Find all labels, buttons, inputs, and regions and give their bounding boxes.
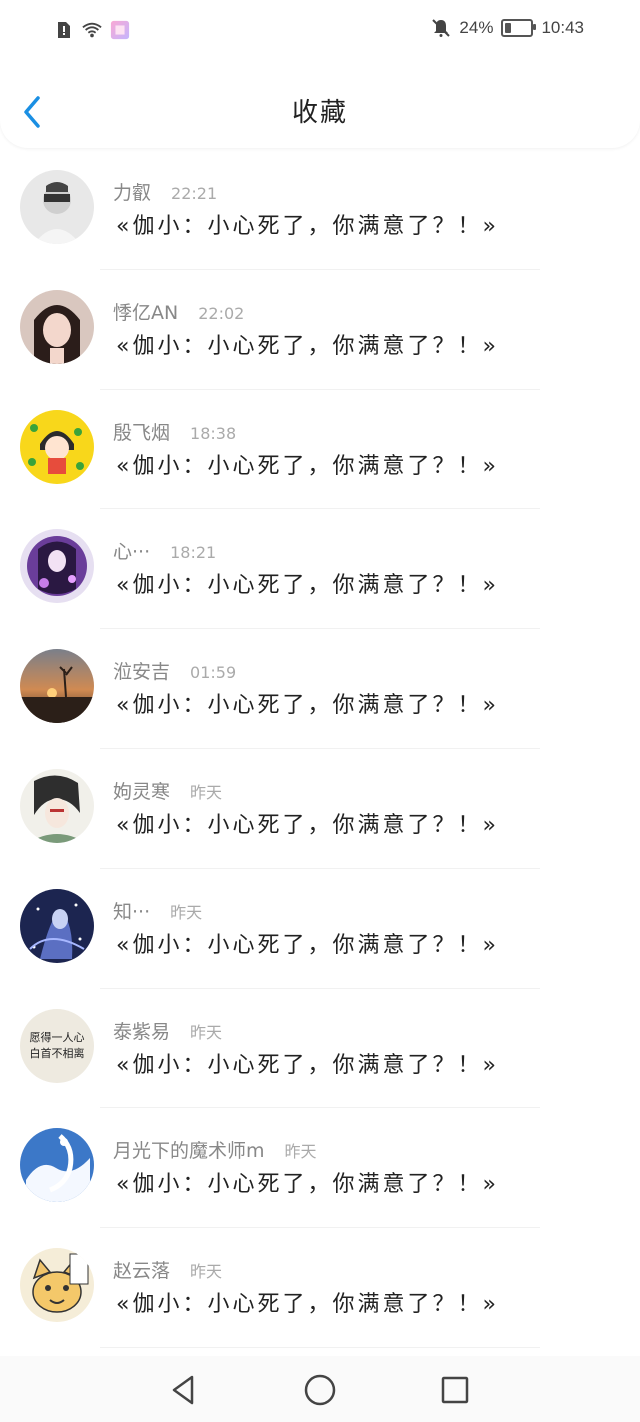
timestamp: 22:21 <box>171 184 218 203</box>
app-icon <box>110 20 130 40</box>
timestamp: 18:38 <box>190 423 237 443</box>
name-row: 知··· 昨天 <box>113 897 202 924</box>
message-text: «伽小：小心死了，你满意了？！» <box>116 693 499 719</box>
top-bar: 24% 10:43 收藏 <box>0 0 640 148</box>
message-text: «伽小：小心死了，你满意了？！» <box>116 1172 499 1198</box>
avatar[interactable] <box>20 170 94 244</box>
avatar[interactable] <box>20 289 94 364</box>
avatar[interactable] <box>20 1128 94 1203</box>
user-name: 涖安吉 <box>113 661 171 684</box>
divider <box>100 1346 540 1348</box>
user-name: 月光下的魔术师m <box>113 1140 265 1163</box>
list-item[interactable]: 愿得一人心 白首不相离 泰紫易 昨天 «伽小：小心死了，你满意了？！» <box>0 989 640 1109</box>
user-name: 殷飞烟 <box>113 421 171 444</box>
user-name: 力叡 <box>113 182 152 204</box>
avatar[interactable] <box>20 768 94 843</box>
timestamp: 昨天 <box>190 782 223 802</box>
page-title: 收藏 <box>291 98 348 128</box>
message-text: «伽小：小心死了，你满意了？！» <box>116 573 499 599</box>
name-row: 殷飞烟 18:38 <box>113 418 236 445</box>
battery-percent: 24% <box>459 18 494 37</box>
battery-fill <box>505 23 512 33</box>
avatar-quote-line-2: 白首不相离 <box>29 1046 85 1060</box>
name-row: 涖安吉 01:59 <box>113 657 236 684</box>
name-row: 月光下的魔术师m 昨天 <box>113 1136 317 1163</box>
message-text: «伽小：小心死了，你满意了？！» <box>116 1292 499 1318</box>
list-item[interactable]: 悸亿AN 22:02 «伽小：小心死了，你满意了？！» <box>0 270 640 390</box>
name-row: 姁灵寒 昨天 <box>113 777 222 804</box>
status-left <box>54 20 130 40</box>
list-item[interactable]: 涖安吉 01:59 «伽小：小心死了，你满意了？！» <box>0 629 640 749</box>
nav-home-button[interactable] <box>302 1372 338 1408</box>
name-row: 心··· 18:21 <box>113 537 216 564</box>
timestamp: 昨天 <box>284 1142 317 1162</box>
nav-back-button[interactable] <box>166 1372 202 1408</box>
name-row: 悸亿AN 22:02 <box>113 298 244 325</box>
list-item[interactable]: 姁灵寒 昨天 «伽小：小心死了，你满意了？！» <box>0 749 640 869</box>
message-text: «伽小：小心死了，你满意了？！» <box>116 932 499 958</box>
clock: 10:43 <box>541 18 584 37</box>
avatar[interactable] <box>20 529 94 604</box>
system-nav-bar <box>0 1356 640 1422</box>
circle-home-icon <box>304 1374 336 1406</box>
user-name: 泰紫易 <box>113 1020 171 1043</box>
avatar[interactable] <box>20 409 94 484</box>
message-text: «伽小：小心死了，你满意了？！» <box>116 214 499 239</box>
avatar[interactable] <box>20 1248 94 1323</box>
user-name: 悸亿AN <box>113 301 179 324</box>
timestamp: 昨天 <box>190 1262 223 1282</box>
timestamp: 18:21 <box>170 543 217 563</box>
timestamp: 01:59 <box>190 663 237 683</box>
name-row: 赵云落 昨天 <box>113 1256 222 1283</box>
triangle-back-icon <box>172 1375 194 1405</box>
user-name: 心··· <box>113 541 151 564</box>
square-recent-icon <box>441 1376 469 1404</box>
user-name: 知··· <box>113 900 151 923</box>
message-text: «伽小：小心死了，你满意了？！» <box>116 453 499 479</box>
timestamp: 22:02 <box>198 303 245 323</box>
timestamp: 昨天 <box>170 902 203 922</box>
mute-bell-icon <box>431 18 451 38</box>
alert-icon <box>54 20 74 40</box>
name-row: 力叡 22:21 <box>113 178 217 205</box>
name-row: 泰紫易 昨天 <box>113 1017 222 1044</box>
message-text: «伽小：小心死了，你满意了？！» <box>116 333 499 359</box>
avatar-quote-line-1: 愿得一人心 <box>29 1030 85 1044</box>
user-name: 姁灵寒 <box>113 780 171 803</box>
user-name: 赵云落 <box>113 1260 171 1283</box>
list-item[interactable]: 知··· 昨天 «伽小：小心死了，你满意了？！» <box>0 869 640 989</box>
avatar[interactable]: 愿得一人心白首不相离 <box>20 1008 94 1083</box>
timestamp: 昨天 <box>190 1022 223 1042</box>
nav-bar: 收藏 <box>0 64 640 148</box>
list-item[interactable]: 殷飞烟 18:38 «伽小：小心死了，你满意了？！» <box>0 390 640 510</box>
list-item[interactable]: 心··· 18:21 «伽小：小心死了，你满意了？！» <box>0 509 640 630</box>
list-item[interactable]: 力叡 22:21 «伽小：小心死了，你满意了？！» <box>0 150 640 270</box>
status-bar: 24% 10:43 <box>0 0 640 64</box>
status-right: 24% 10:43 <box>431 18 584 38</box>
favorites-list: 力叡 22:21 «伽小：小心死了，你满意了？！» 悸亿AN 22:02 «伽小：小心死了… <box>0 150 640 1356</box>
wifi-icon <box>82 20 102 40</box>
avatar[interactable] <box>20 888 94 963</box>
battery-icon <box>501 19 537 37</box>
list-item[interactable]: 月光下的魔术师m 昨天 «伽小：小心死了，你满意了？！» <box>0 1108 640 1229</box>
list-item[interactable]: 赵云落 昨天 «伽小：小心死了，你满意了？！» <box>0 1228 640 1348</box>
nav-recent-button[interactable] <box>437 1372 473 1408</box>
message-text: «伽小：小心死了，你满意了？！» <box>116 1052 499 1078</box>
avatar[interactable] <box>20 649 94 724</box>
message-text: «伽小：小心死了，你满意了？！» <box>116 812 499 838</box>
